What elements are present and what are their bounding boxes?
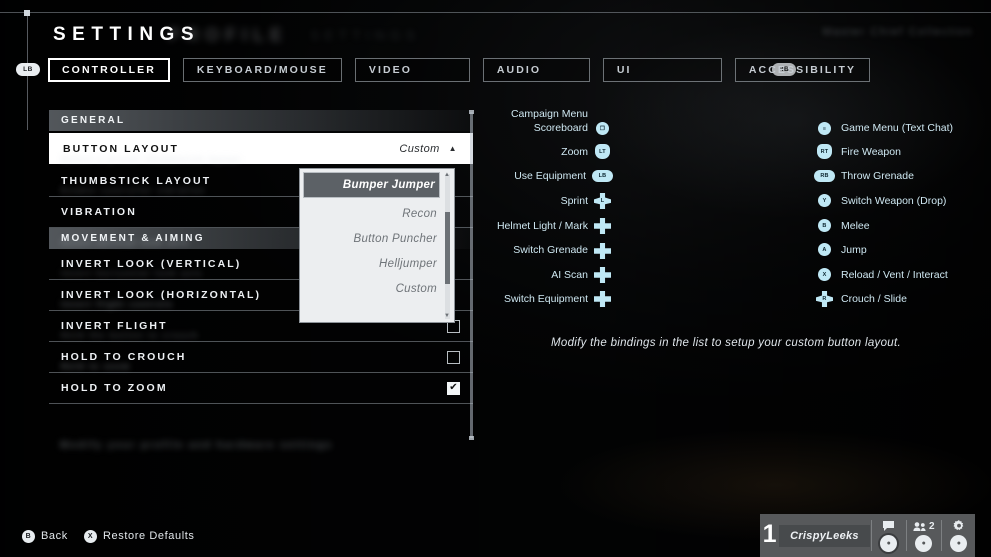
setting-description-blurred: Invert flight controls (61, 300, 174, 309)
scrollbar-down-cap[interactable] (469, 436, 474, 440)
player-card: 1 CrispyLeeks ● 2 ● ● (760, 514, 975, 557)
setting-description-blurred: Select a preset thumbstick layout (61, 155, 241, 164)
binding-label-ai-scan: AI Scan (486, 267, 588, 283)
gear-icon (953, 520, 965, 533)
dpad-up-icon (594, 218, 611, 234)
scroll-down-arrow-icon[interactable]: ▼ (444, 313, 450, 319)
page-title-blurred-suffix: PROFILE (168, 25, 288, 46)
chat-bubble-icon (882, 520, 895, 533)
dpad-right-icon (594, 291, 611, 307)
binding-label-throw-grenade: Throw Grenade (841, 168, 914, 184)
friends-count: 2 (929, 521, 935, 532)
divider (941, 520, 942, 551)
tab-keyboard-mouse[interactable]: KEYBOARD/MOUSE (183, 58, 342, 82)
left-bumper-icon: LB (592, 170, 613, 182)
binding-label-scoreboard: Scoreboard (486, 120, 588, 136)
dropdown-option-bumper-jumper[interactable]: Bumper Jumper (303, 172, 440, 198)
setting-description-blurred: Hold to zoom (61, 362, 131, 371)
panel-footer-blurred-text: Modify your profile and hardware setting… (60, 440, 333, 451)
dpad-down-icon (594, 267, 611, 283)
settings-cell[interactable]: ● (943, 514, 975, 557)
binding-label-sprint: Sprint (486, 193, 588, 209)
x-button-icon: X (84, 530, 97, 543)
setting-row-hold-to-zoom[interactable]: HOLD TO ZOOM ✔ (49, 373, 473, 404)
chat-cell[interactable]: ● (873, 514, 905, 557)
setting-value: Custom▲ (399, 143, 471, 155)
header-rail-node (24, 10, 30, 16)
header-divider (0, 12, 991, 13)
dropdown-option-custom[interactable]: Custom (300, 276, 454, 301)
page-title-blurred-suffix-2: SETTINGS (310, 27, 420, 43)
tab-controller[interactable]: CONTROLLER (48, 58, 170, 82)
people-icon (913, 522, 926, 531)
tab-audio[interactable]: AUDIO (483, 58, 590, 82)
a-button-icon: A (818, 243, 831, 256)
binding-label-use-equipment: Use Equipment (486, 168, 586, 184)
tab-video[interactable]: VIDEO (355, 58, 470, 82)
dropdown-option-button-puncher[interactable]: Button Puncher (300, 226, 454, 251)
button-layout-dropdown[interactable]: Bumper Jumper Recon Button Puncher Hellj… (299, 168, 455, 323)
setting-description-blurred: Enable controller vibration (61, 186, 206, 195)
x-button-icon: X (818, 268, 831, 281)
controller-diagram: YBXA ❐ LT LB L ≡ RT RB Y B A X R Campaig… (486, 100, 966, 325)
binding-label-reload-vent-interact: Reload / Vent / Interact (841, 267, 948, 283)
player-gamertag: CrispyLeeks (779, 525, 870, 547)
binding-label-fire-weapon: Fire Weapon (841, 144, 901, 160)
dpad-left-icon (594, 243, 611, 259)
player-slot-number: 1 (760, 522, 779, 549)
b-button-icon: B (22, 530, 35, 543)
scroll-up-arrow-icon[interactable]: ▲ (444, 172, 450, 178)
friends-button[interactable]: ● (915, 535, 932, 552)
restore-defaults-label: Restore Defaults (103, 530, 195, 542)
right-bumper-icon: RB (814, 170, 835, 182)
tab-accessibility[interactable]: ACCESSIBILITY (735, 58, 870, 82)
binding-label-game-menu: Game Menu (Text Chat) (841, 120, 953, 136)
setting-label: BUTTON LAYOUT (51, 143, 179, 155)
header-corner-blurred-text: Master Chief Collection (822, 26, 973, 38)
chevron-up-icon: ▲ (449, 144, 457, 153)
binding-label-switch-weapon: Switch Weapon (Drop) (841, 193, 946, 209)
restore-defaults-button[interactable]: X Restore Defaults (84, 528, 195, 544)
binding-label-melee: Melee (841, 218, 870, 234)
binding-label-jump: Jump (841, 242, 867, 258)
setting-label: VIBRATION (49, 206, 137, 218)
setting-label: HOLD TO ZOOM (49, 382, 168, 394)
friends-cell[interactable]: 2 ● (908, 514, 940, 557)
friends-count-group: 2 (913, 520, 935, 533)
dropdown-option-helljumper[interactable]: Helljumper (300, 251, 454, 276)
section-header-general: GENERAL (49, 110, 473, 131)
back-button-label: Back (41, 530, 68, 542)
divider (871, 520, 872, 551)
left-stick-icon: L (594, 193, 611, 209)
back-button[interactable]: B Back (22, 528, 68, 544)
setting-description-blurred: Invert vertical look axis (61, 238, 190, 247)
menu-button-icon: ≡ (818, 122, 831, 135)
right-trigger-icon: RT (817, 144, 832, 159)
binding-label-switch-grenade: Switch Grenade (486, 242, 588, 258)
checkbox-hold-to-zoom[interactable]: ✔ (447, 382, 460, 395)
b-button-icon: B (818, 219, 831, 232)
y-button-icon: Y (818, 194, 831, 207)
settings-button[interactable]: ● (950, 535, 967, 552)
diagram-hint-text: Modify the bindings in the list to setup… (486, 337, 966, 349)
binding-label-helmet-light-mark: Helmet Light / Mark (486, 218, 588, 234)
binding-label-zoom: Zoom (486, 144, 588, 160)
checkbox-hold-to-crouch[interactable] (447, 351, 460, 364)
divider (906, 520, 907, 551)
chat-button[interactable]: ● (880, 535, 897, 552)
tab-ui[interactable]: UI (603, 58, 722, 82)
settings-list-scrollbar[interactable] (470, 112, 473, 438)
setting-description-blurred: Hold the button to crouch (61, 331, 199, 340)
left-bumper-badge[interactable]: LB (16, 63, 40, 76)
setting-description-blurred: Invert horizontal look axis (61, 269, 203, 278)
binding-label-crouch-slide: Crouch / Slide (841, 291, 907, 307)
dropdown-option-recon[interactable]: Recon (300, 201, 454, 226)
left-trigger-icon: LT (595, 144, 610, 159)
tab-bar: CONTROLLER KEYBOARD/MOUSE VIDEO AUDIO UI… (48, 58, 870, 82)
dropdown-scrollbar-thumb[interactable] (445, 212, 450, 284)
binding-label-switch-equipment: Switch Equipment (486, 291, 588, 307)
view-button-icon: ❐ (596, 122, 609, 135)
right-stick-icon: R (816, 291, 833, 307)
